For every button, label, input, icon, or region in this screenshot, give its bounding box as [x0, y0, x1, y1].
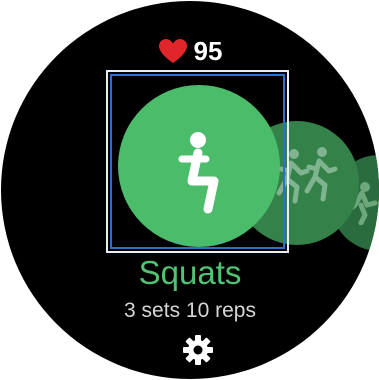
focus-ring: [110, 74, 285, 249]
heart-rate-indicator: 95: [1, 37, 379, 65]
screen: 95 Squats 3 sets 10 reps: [0, 0, 379, 380]
exercise-detail: 3 sets 10 reps: [124, 299, 256, 322]
settings-button[interactable]: [181, 334, 215, 371]
gear-icon: [182, 334, 214, 371]
exercise-title: Squats: [138, 254, 242, 291]
heart-rate-value: 95: [193, 36, 223, 66]
heart-icon: [158, 38, 188, 64]
watch-face: 95 Squats 3 sets 10 reps: [1, 1, 379, 379]
